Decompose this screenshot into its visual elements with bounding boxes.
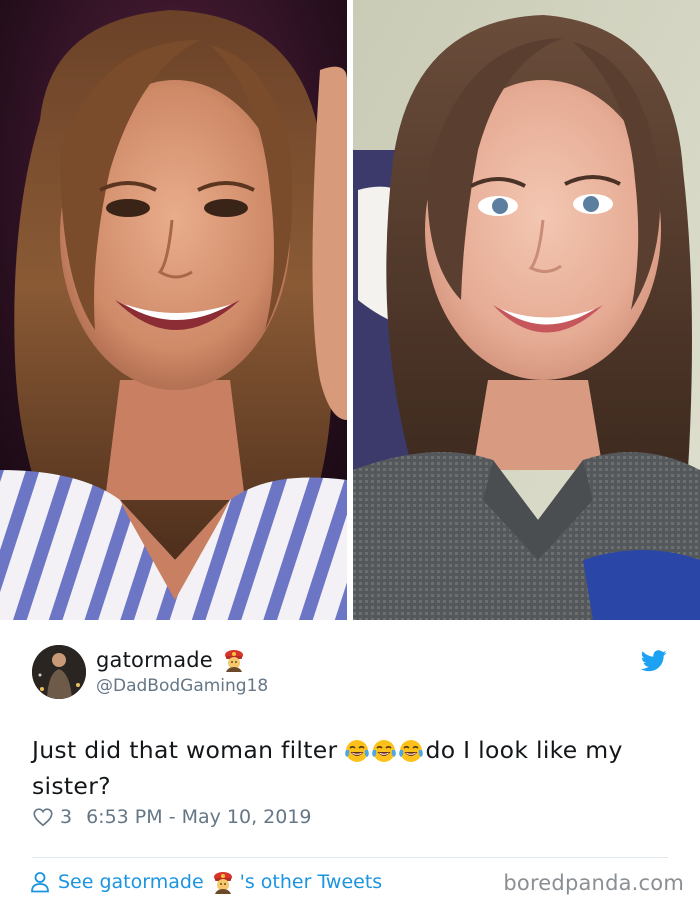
emoji-run <box>344 738 424 764</box>
tweet-timestamp[interactable]: 6:53 PM - May 10, 2019 <box>86 806 311 828</box>
firefighter-emoji-icon <box>213 872 232 894</box>
tweet-author: gatormade @DadBodGaming18 <box>96 646 268 696</box>
tweet-card: gatormade @DadBodGaming18 Just did that … <box>0 620 700 907</box>
avatar[interactable] <box>32 645 86 699</box>
tweet-text-start: Just did that woman filter <box>32 736 338 764</box>
display-name[interactable]: gatormade <box>96 648 213 672</box>
see-suffix: 's other Tweets <box>239 871 383 893</box>
see-other-tweets-link[interactable]: See gatormade 's other Tweets <box>30 870 382 894</box>
tweet-text: Just did that woman filter do I look like… <box>32 732 672 804</box>
person-icon <box>31 872 49 893</box>
divider <box>32 857 668 858</box>
photo-comparison <box>0 0 700 620</box>
twitter-bird-icon[interactable] <box>641 650 667 672</box>
user-handle[interactable]: @DadBodGaming18 <box>96 676 268 696</box>
see-prefix: See gatormade <box>58 871 204 893</box>
sister-photo[interactable] <box>0 0 347 620</box>
face-with-tears-of-joy-icon <box>344 740 369 762</box>
boredpanda-watermark: boredpanda.com <box>503 871 684 895</box>
tweet-meta: 3 6:53 PM - May 10, 2019 <box>32 806 312 828</box>
firefighter-emoji-icon <box>224 650 243 672</box>
filtered-selfie-photo[interactable] <box>353 0 700 620</box>
heart-icon[interactable] <box>32 806 54 828</box>
like-count: 3 <box>60 806 73 828</box>
face-with-tears-of-joy-icon <box>371 740 396 762</box>
face-with-tears-of-joy-icon <box>398 740 423 762</box>
display-name-row: gatormade <box>96 646 268 674</box>
